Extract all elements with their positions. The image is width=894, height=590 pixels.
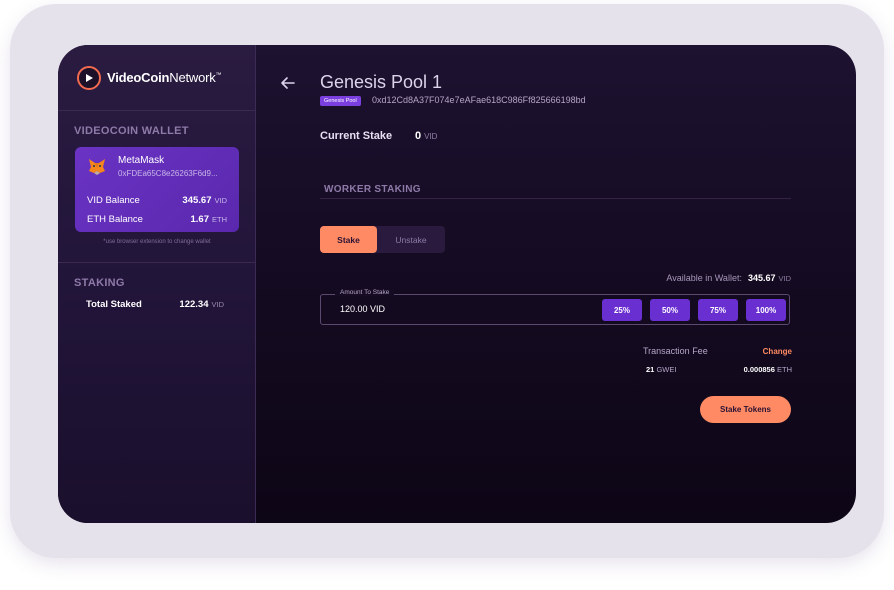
vid-balance-value: 345.67 [182,195,212,206]
percent-100-button[interactable]: 100% [746,299,786,321]
brand-name-bold: VideoCoin [107,70,170,85]
pool-address: 0xd12Cd8A37F074e7eAFae618C986Ff825666198… [372,95,586,105]
vid-balance-row: VID Balance 345.67 VID [87,195,227,206]
gas-price: 21 GWEI [646,365,676,374]
eth-fee-value: 0.000856 [743,365,775,374]
available-unit: VID [778,274,791,283]
eth-balance-row: ETH Balance 1.67 ETH [87,214,227,225]
available-value: 345.67 [747,273,776,283]
wallet-section-title: VIDEOCOIN WALLET [74,125,189,137]
pool-badge: Genesis Pool [320,96,361,106]
tab-stake[interactable]: Stake [320,226,377,253]
current-stake-value: 0 [415,130,422,142]
gas-price-unit: GWEI [656,365,677,374]
amount-field-label: Amount To Stake [335,289,395,296]
arrow-left-icon[interactable] [280,75,296,91]
eth-balance-unit: ETH [212,215,227,224]
available-in-wallet: Available in Wallet: 345.67 VID [666,273,791,283]
percent-buttons: 25% 50% 75% 100% [602,299,786,321]
eth-balance-value: 1.67 [190,214,210,225]
current-stake-label: Current Stake [320,130,393,142]
stake-tabs: Stake Unstake [320,226,445,253]
videocoin-logo-icon [77,65,101,90]
total-staked-value: 122.34 [179,299,209,310]
app-screen: VideoCoinNetwork™ VIDEOCOIN WALLET MetaM… [58,45,856,523]
wallet-hint: *use browser extension to change wallet [103,239,211,245]
wallet-provider: MetaMask [118,155,165,166]
sidebar: VideoCoinNetwork™ VIDEOCOIN WALLET MetaM… [58,45,256,523]
percent-75-button[interactable]: 75% [698,299,738,321]
metamask-fox-icon [89,159,105,175]
section-divider [320,198,791,199]
total-staked-row: Total Staked 122.34 VID [58,289,255,310]
change-fee-link[interactable]: Change [763,347,792,356]
eth-fee: 0.000856 ETH [744,365,792,374]
gas-price-value: 21 [646,365,655,374]
current-stake-value-group: 0 VID [415,130,437,142]
brand-name-light: Network [169,70,216,85]
available-label: Available in Wallet: [666,273,742,283]
vid-balance-label: VID Balance [87,195,140,206]
main-panel: Genesis Pool 1 Genesis Pool 0xd12Cd8A37F… [256,45,856,523]
percent-50-button[interactable]: 50% [650,299,690,321]
tab-unstake[interactable]: Unstake [377,226,445,253]
eth-balance-label: ETH Balance [87,214,143,225]
brand-name: VideoCoinNetwork™ [107,70,222,85]
percent-25-button[interactable]: 25% [602,299,642,321]
vid-balance-unit: VID [214,196,227,205]
worker-staking-title: WORKER STAKING [324,184,421,195]
transaction-fee-label: Transaction Fee [643,346,708,356]
total-staked-unit: VID [211,300,224,309]
page-title: Genesis Pool 1 [320,72,443,92]
wallet-address: 0xFDEa65C8e26263F6d9... [118,169,218,178]
staking-section-title: STAKING [74,277,125,289]
brand-tm: ™ [215,72,222,79]
total-staked-label: Total Staked [86,299,142,310]
wallet-card[interactable]: MetaMask 0xFDEa65C8e26263F6d9... VID Bal… [75,147,239,232]
amount-input[interactable]: 120.00 VID [340,304,385,314]
eth-fee-unit: ETH [777,365,792,374]
amount-to-stake-field[interactable]: Amount To Stake 120.00 VID 25% 50% 75% 1… [320,289,790,325]
device-frame: VideoCoinNetwork™ VIDEOCOIN WALLET MetaM… [10,4,884,558]
brand-header[interactable]: VideoCoinNetwork™ [58,45,255,111]
stake-tokens-button[interactable]: Stake Tokens [700,396,791,423]
current-stake-unit: VID [424,132,438,141]
